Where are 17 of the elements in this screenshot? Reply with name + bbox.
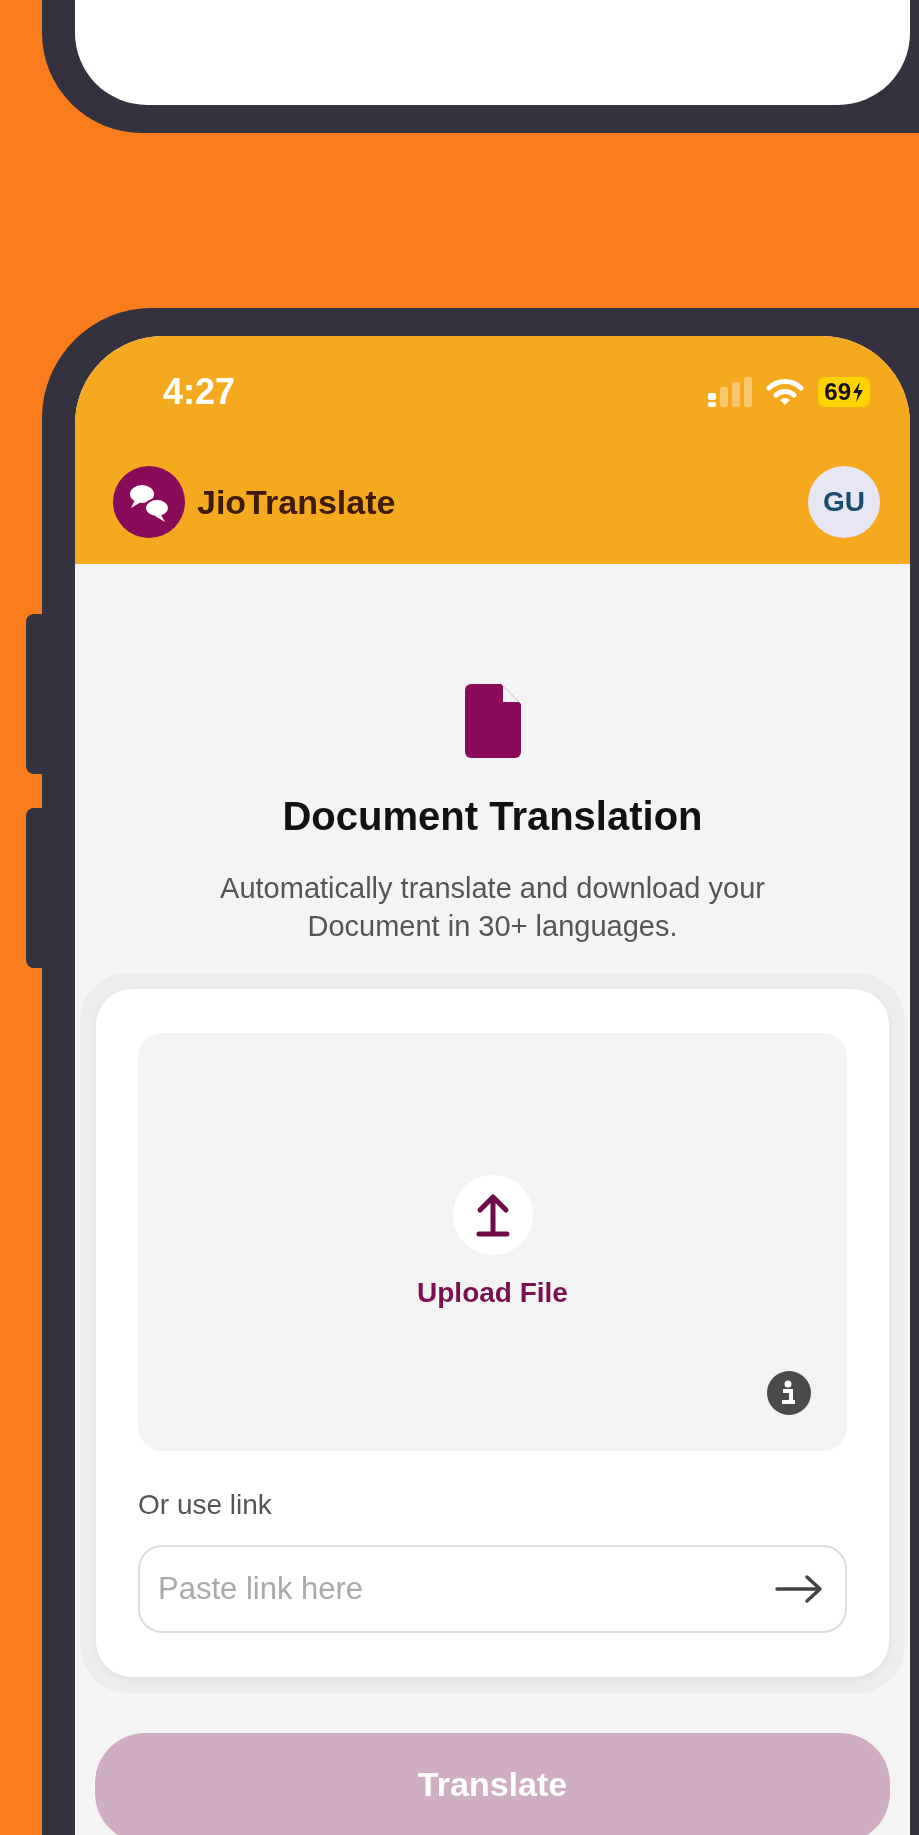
upload-dropzone[interactable]: Upload File [138, 1033, 847, 1451]
page-description: Automatically translate and download your Document in 30+ languages. [219, 871, 766, 944]
link-label: Or use link [138, 1489, 273, 1521]
upload-label: Upload File [417, 1277, 568, 1309]
user-avatar[interactable]: GU [808, 466, 880, 538]
status-time: 4:27 [163, 371, 236, 413]
arrow-right-icon[interactable] [775, 1574, 823, 1604]
page-title: Document Translation [282, 794, 703, 839]
battery-indicator: 69 [818, 377, 870, 407]
info-icon[interactable] [767, 1371, 811, 1415]
signal-icon [708, 377, 753, 407]
upload-icon [452, 1175, 533, 1255]
chat-bubbles-logo-icon [113, 466, 185, 538]
document-icon [464, 684, 521, 758]
app-title: JioTranslate [197, 482, 396, 522]
wifi-icon [766, 378, 805, 406]
link-input-field[interactable]: Paste link here [138, 1545, 847, 1633]
